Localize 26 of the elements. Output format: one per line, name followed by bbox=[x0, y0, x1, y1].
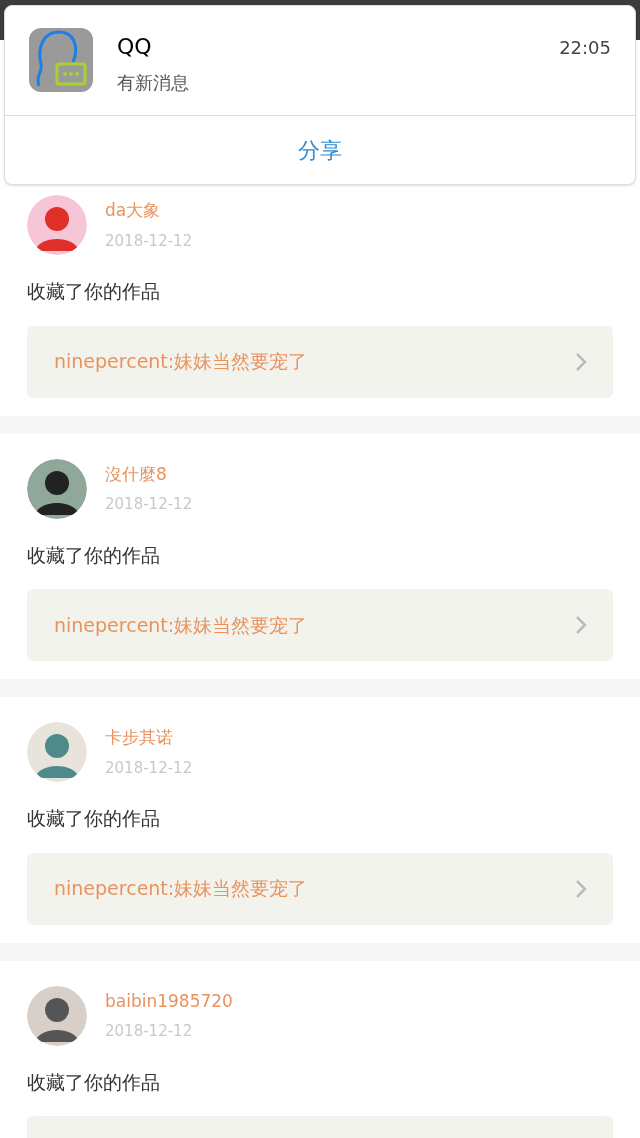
app-icon bbox=[29, 28, 93, 92]
quote-text: ninepercent:妹妹当然要宠了 bbox=[54, 612, 308, 638]
share-button[interactable]: 分享 bbox=[282, 129, 358, 171]
activity-text: 收藏了你的作品 bbox=[27, 542, 161, 568]
activity-text: 收藏了你的作品 bbox=[27, 1069, 161, 1095]
avatar bbox=[27, 722, 87, 782]
chevron-right-icon bbox=[575, 878, 587, 899]
activity-text: 收藏了你的作品 bbox=[27, 806, 161, 831]
avatar bbox=[27, 195, 87, 255]
quote-card[interactable]: ninepercent:妹妹当然要宠了 bbox=[27, 325, 613, 398]
username[interactable]: 卡步其诺 bbox=[105, 725, 193, 751]
quote-card[interactable]: ninepercent:妹妹当然要宠了 bbox=[27, 852, 613, 925]
quote-text: ninepercent:妹妹当然要宠了 bbox=[54, 876, 308, 902]
username[interactable]: baibin1985720 bbox=[105, 988, 233, 1014]
notification-message: 有新消息 bbox=[117, 71, 189, 95]
activity-text: 收藏了你的作品 bbox=[27, 279, 161, 304]
username[interactable]: da大象 bbox=[105, 198, 193, 224]
chevron-right-icon bbox=[575, 351, 587, 372]
quote-text: ninepercent:妹妹当然要宠了 bbox=[54, 349, 308, 375]
quote-card[interactable]: ninepercent:妹妹当然要宠了 bbox=[27, 589, 613, 661]
username[interactable]: 沒什麼8 bbox=[105, 461, 193, 487]
chevron-right-icon bbox=[575, 615, 587, 635]
notification-time: 22:05 bbox=[559, 36, 611, 60]
avatar bbox=[27, 985, 87, 1046]
app-name: QQ bbox=[117, 33, 153, 61]
avatar bbox=[27, 458, 87, 519]
